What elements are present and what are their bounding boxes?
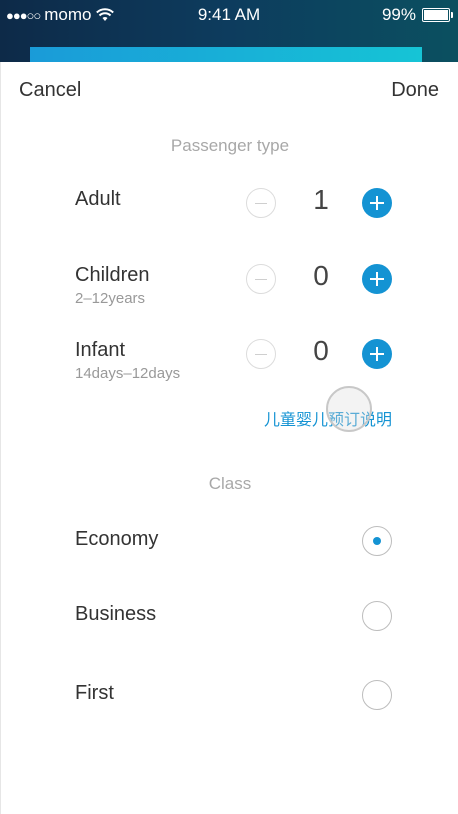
age-range: 14days–12days (75, 365, 181, 382)
battery-icon (422, 8, 453, 22)
passenger-row-infant: Infant 14days–12days 0 (1, 335, 458, 389)
increment-button[interactable] (362, 264, 392, 294)
class-label: Business (75, 603, 157, 625)
class-option-business[interactable]: Business (1, 601, 458, 643)
class-option-first[interactable]: First (1, 680, 458, 722)
passenger-row-children: Children 2–12years 0 (1, 260, 458, 314)
age-range: 2–12years (75, 290, 146, 307)
radio-button[interactable] (362, 680, 392, 710)
passenger-count: 1 (313, 184, 329, 215)
increment-button[interactable] (362, 339, 392, 369)
passenger-label: Children (75, 264, 150, 286)
class-label: First (75, 682, 114, 704)
passenger-type-title: Passenger type (170, 136, 290, 155)
touch-indicator (326, 386, 372, 432)
class-label: Economy (75, 528, 159, 550)
decrement-button[interactable] (246, 264, 276, 294)
passenger-label: Infant (75, 339, 126, 361)
progress-fill (30, 47, 422, 62)
cancel-button[interactable]: Cancel (19, 79, 81, 102)
passenger-class-sheet: Cancel Done Passenger type Adult 1 Child… (0, 62, 458, 814)
done-button[interactable]: Done (391, 79, 439, 102)
decrement-button[interactable] (246, 188, 276, 218)
radio-button[interactable] (362, 601, 392, 631)
decrement-button[interactable] (246, 339, 276, 369)
status-bar: ●●●○○ momo 9:41 AM 99% (0, 0, 458, 62)
class-option-economy[interactable]: Economy (1, 526, 458, 568)
class-title: Class (208, 474, 252, 493)
progress-bar (30, 47, 422, 62)
increment-button[interactable] (362, 188, 392, 218)
battery-fill (424, 10, 448, 20)
passenger-count: 0 (313, 260, 329, 291)
battery-percent: 99% (381, 5, 416, 24)
passenger-label: Adult (75, 188, 121, 210)
passenger-count: 0 (313, 335, 329, 366)
battery-group: 99% (381, 5, 453, 25)
passenger-row-adult: Adult 1 (1, 184, 458, 238)
radio-button[interactable] (362, 526, 392, 556)
